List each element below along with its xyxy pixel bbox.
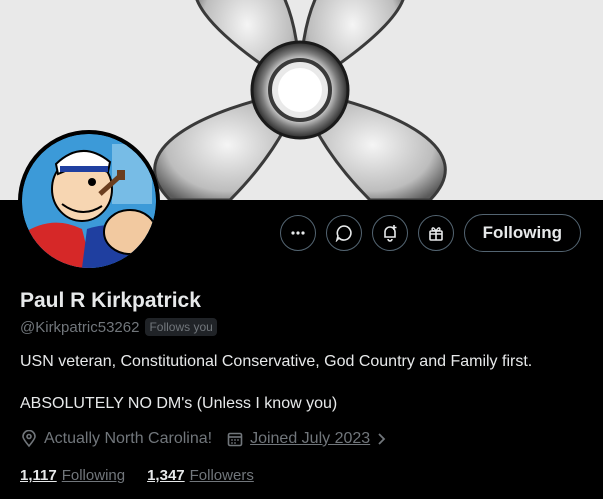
- location-text: Actually North Carolina!: [44, 430, 213, 447]
- following-count: 1,117: [20, 467, 57, 484]
- bio-line-2: ABSOLUTELY NO DM's (Unless I know you): [20, 395, 338, 412]
- location: Actually North Carolina!: [20, 430, 212, 448]
- subscribe-button[interactable]: [417, 215, 454, 251]
- follows-you-badge: Follows you: [145, 318, 217, 336]
- display-name: Paul R Kirkpatrick: [20, 289, 201, 312]
- join-date-link[interactable]: Joined July 2023: [250, 430, 370, 448]
- profile-actions: Following: [279, 214, 581, 252]
- message-icon: [335, 225, 352, 242]
- notifications-button[interactable]: [371, 215, 408, 251]
- profile-bio: USN veteran, Constitutional Conservative…: [20, 351, 590, 435]
- notification-bell-icon: [383, 225, 397, 242]
- popeye-avatar-image: [22, 134, 156, 268]
- followers-label: Followers: [189, 467, 254, 484]
- join-date[interactable]: Joined July 2023: [226, 430, 388, 448]
- more-icon: [291, 231, 305, 235]
- follow-counts: 1,117 Following 1,347 Followers: [20, 467, 254, 484]
- calendar-icon: [227, 432, 243, 447]
- avatar[interactable]: [18, 130, 160, 272]
- following-label: Following: [61, 467, 126, 484]
- profile-meta: Actually North Carolina! Joined July 202…: [20, 430, 402, 448]
- message-button[interactable]: [325, 215, 362, 251]
- gift-icon: [428, 227, 443, 241]
- bio-line-1: USN veteran, Constitutional Conservative…: [20, 353, 533, 370]
- more-button[interactable]: [279, 215, 316, 251]
- following-button[interactable]: Following: [463, 214, 581, 252]
- handle-row: @Kirkpatric53262 Follows you: [20, 318, 217, 336]
- followers-count-link[interactable]: 1,347 Followers: [147, 467, 254, 484]
- location-pin-icon: [22, 430, 36, 448]
- user-handle: @Kirkpatric53262: [20, 318, 140, 336]
- following-count-link[interactable]: 1,117 Following: [20, 467, 125, 484]
- chevron-right-icon: [378, 433, 386, 445]
- followers-count: 1,347: [147, 467, 185, 484]
